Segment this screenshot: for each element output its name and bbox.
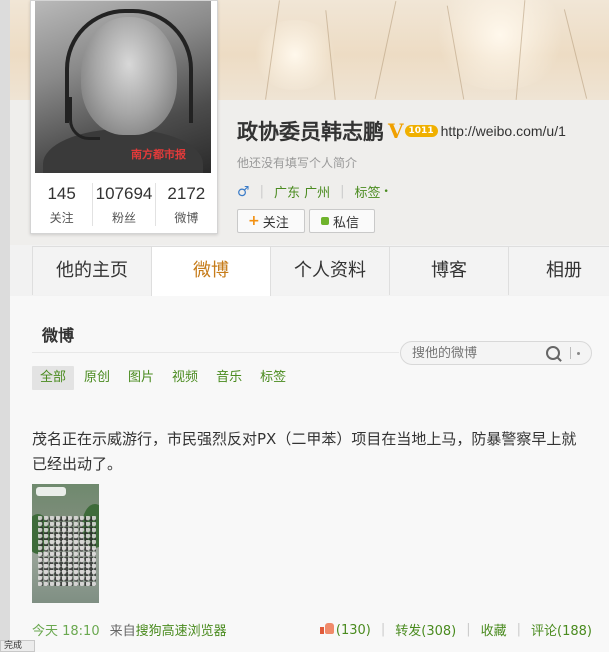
like-button[interactable]: (130) [319, 622, 371, 638]
search-divider [570, 347, 571, 359]
tab-weibo[interactable]: 微博 [151, 246, 271, 297]
stat-label: 关注 [49, 211, 74, 225]
post-text: 茂名正在示威游行，市民强烈反对PX（二甲苯）项目在当地上马，防暴警察早上就已经出… [32, 430, 577, 473]
filter-videos[interactable]: 视频 [164, 366, 206, 390]
action-divider: | [466, 622, 471, 637]
message-button-label: 私信 [333, 215, 360, 231]
follow-button[interactable]: + 关注 [237, 209, 305, 233]
message-icon [321, 217, 329, 225]
stat-value: 2172 [167, 184, 206, 203]
profile-name-row: 政协委员韩志鹏 V 1011 http://weibo.com/u/1 [237, 116, 566, 146]
level-badge[interactable]: 1011 [404, 125, 438, 137]
stat-label: 微博 [174, 211, 199, 225]
post-filter-bar: 全部 原创 图片 视频 音乐 标签 [32, 366, 296, 390]
filter-tags[interactable]: 标签 [252, 366, 294, 390]
thumbs-up-icon [319, 622, 334, 634]
browser-status-bar: 完成 [0, 640, 35, 652]
profile-tabs: 他的主页 微博 个人资料 博客 相册 [32, 246, 609, 297]
stat-value: 145 [47, 184, 76, 203]
avatar[interactable]: 南方都市报 [35, 1, 211, 173]
filter-all[interactable]: 全部 [32, 366, 75, 390]
male-icon: ♂ [237, 183, 250, 200]
profile-url[interactable]: http://weibo.com/u/1 [441, 123, 566, 139]
stat-value: 107694 [95, 184, 153, 203]
comment-button[interactable]: 评论(188) [531, 620, 592, 639]
profile-name: 政协委员韩志鹏 [237, 120, 384, 144]
tab-home[interactable]: 他的主页 [32, 246, 152, 295]
filter-music[interactable]: 音乐 [208, 366, 250, 390]
profile-bio: 他还没有填写个人简介 [237, 156, 358, 170]
window-left-edge [0, 0, 10, 652]
action-divider: | [516, 622, 522, 637]
message-button[interactable]: 私信 [309, 209, 375, 233]
weibo-search [400, 341, 592, 365]
tags-dot-icon: • [383, 186, 389, 197]
tab-profile[interactable]: 个人资料 [270, 246, 390, 295]
search-input[interactable] [412, 345, 542, 361]
dropdown-icon[interactable] [577, 351, 580, 355]
crowd-photo [38, 516, 96, 586]
stat-followers[interactable]: 107694 粉丝 [92, 183, 154, 226]
stat-following[interactable]: 145 关注 [31, 183, 92, 226]
tags-link[interactable]: 标签 [354, 182, 380, 201]
post-footer: 今天 18:10 来自 搜狗高速浏览器 (130) | 转发(308) | 收藏… [32, 620, 592, 639]
filter-original[interactable]: 原创 [76, 366, 118, 390]
avatar-watermark: 南方都市报 [131, 148, 186, 161]
stat-label: 粉丝 [111, 211, 136, 225]
action-divider: | [380, 622, 386, 637]
repost-button[interactable]: 转发(308) [395, 620, 456, 639]
section-divider [32, 352, 399, 353]
stat-posts[interactable]: 2172 微博 [154, 183, 217, 226]
meta-divider: | [259, 184, 264, 199]
location-link[interactable]: 广东 广州 [274, 182, 330, 201]
meta-divider: | [340, 184, 345, 199]
section-title: 微博 [42, 326, 75, 345]
profile-meta: ♂ | 广东 广州 | 标签 • [237, 182, 389, 202]
post-source[interactable]: 搜狗高速浏览器 [136, 620, 227, 639]
plus-icon: + [248, 213, 260, 229]
favorite-button[interactable]: 收藏 [481, 620, 507, 639]
post-from-label: 来自 [109, 624, 136, 639]
post-actions: (130) | 转发(308) | 收藏 | 评论(188) [319, 620, 592, 639]
tab-blog[interactable]: 博客 [389, 246, 509, 295]
profile-stats: 145 关注 107694 粉丝 2172 微博 [31, 183, 217, 226]
filter-images[interactable]: 图片 [120, 366, 162, 390]
follow-button-label: 关注 [262, 215, 289, 231]
search-icon[interactable] [546, 346, 560, 360]
profile-card: 南方都市报 145 关注 107694 粉丝 2172 微博 [30, 0, 218, 234]
post-image[interactable] [32, 484, 99, 603]
post-time[interactable]: 今天 18:10 [32, 620, 100, 639]
tab-album[interactable]: 相册 [508, 246, 609, 295]
like-count: (130) [335, 622, 371, 638]
image-logo [36, 487, 66, 496]
verified-icon[interactable]: V [388, 119, 404, 143]
